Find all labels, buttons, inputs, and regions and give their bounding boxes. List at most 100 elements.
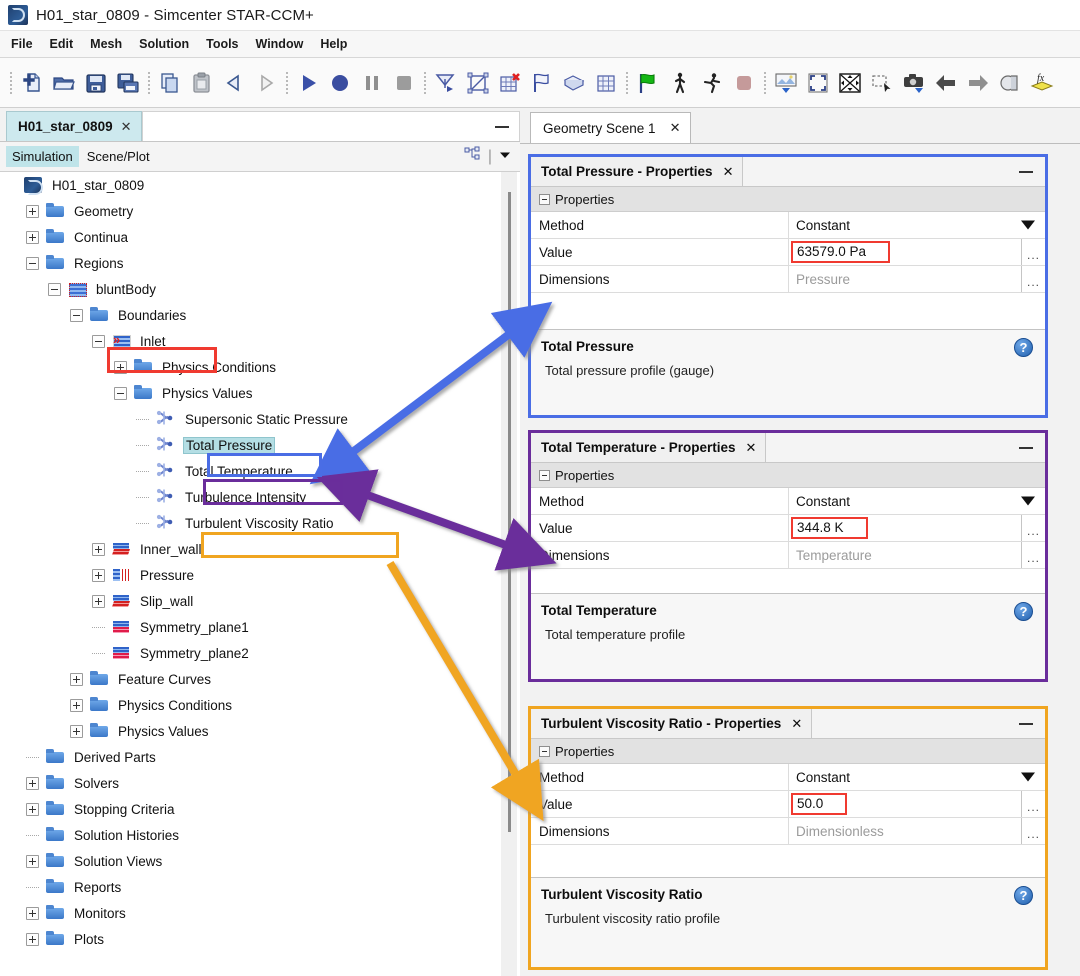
volume-mesh-icon[interactable] xyxy=(590,66,622,100)
value-field[interactable]: 50.0 xyxy=(789,791,1021,817)
redo-icon[interactable] xyxy=(250,66,282,100)
property-row-method[interactable]: Method Constant xyxy=(531,764,1045,791)
collapse-icon[interactable] xyxy=(48,282,61,296)
explorer-tab-simulation-file[interactable]: H01_star_0809 ✕ xyxy=(6,111,142,141)
dimensions-browse-button[interactable]: ... xyxy=(1021,818,1045,844)
paste-icon[interactable] xyxy=(186,66,218,100)
tree-item-physics-values[interactable]: Physics Values xyxy=(0,718,500,744)
surface-patch-icon[interactable] xyxy=(558,66,590,100)
collapse-icon[interactable] xyxy=(539,745,550,757)
dimensions-browse-button[interactable]: ... xyxy=(1021,266,1045,292)
expand-icon[interactable] xyxy=(70,724,83,738)
collapse-icon[interactable] xyxy=(70,308,83,322)
menu-help[interactable]: Help xyxy=(318,35,355,53)
collapse-icon[interactable] xyxy=(539,469,550,481)
tree-item-reports[interactable]: Reports xyxy=(0,874,500,900)
close-icon[interactable]: ✕ xyxy=(791,716,802,732)
tree-item-supersonic-static-pressure[interactable]: Supersonic Static Pressure xyxy=(0,406,500,432)
forward-arrow-icon[interactable] xyxy=(962,66,994,100)
tree-item-boundaries[interactable]: Boundaries xyxy=(0,302,500,328)
minimize-icon[interactable] xyxy=(1019,722,1033,725)
properties-section-header[interactable]: Properties xyxy=(531,739,1045,764)
tree-item-solution-histories[interactable]: Solution Histories xyxy=(0,822,500,848)
pause-icon[interactable] xyxy=(356,66,388,100)
expand-icon[interactable] xyxy=(70,698,83,712)
expand-icon[interactable] xyxy=(26,932,39,946)
menu-mesh[interactable]: Mesh xyxy=(88,35,130,53)
close-icon[interactable]: ✕ xyxy=(746,440,757,456)
help-icon[interactable]: ? xyxy=(1014,886,1033,905)
hardcopy-camera-icon[interactable] xyxy=(898,66,930,100)
method-dropdown[interactable]: Constant xyxy=(789,488,1045,514)
tree-item-turbulent-viscosity-ratio[interactable]: Turbulent Viscosity Ratio xyxy=(0,510,500,536)
scrollbar-thumb[interactable] xyxy=(508,192,511,832)
minimize-icon[interactable] xyxy=(1019,446,1033,449)
tab-geometry-scene-1[interactable]: Geometry Scene 1 ✕ xyxy=(530,112,692,143)
new-simulation-icon[interactable] xyxy=(16,66,48,100)
tab-simulation[interactable]: Simulation xyxy=(6,146,79,167)
clear-mesh-icon[interactable] xyxy=(494,66,526,100)
tree-hierarchy-icon[interactable] xyxy=(464,146,482,169)
property-window-title-tab[interactable]: Turbulent Viscosity Ratio - Properties ✕ xyxy=(531,709,813,738)
tab-scene-plot[interactable]: Scene/Plot xyxy=(81,146,156,167)
property-row-dimensions[interactable]: Dimensions Pressure ... xyxy=(531,266,1045,293)
tree-item-solvers[interactable]: Solvers xyxy=(0,770,500,796)
scene-image-icon[interactable] xyxy=(770,66,802,100)
tree-item-feature-curves[interactable]: Feature Curves xyxy=(0,666,500,692)
expand-icon[interactable] xyxy=(92,568,105,582)
minimize-icon[interactable] xyxy=(1019,170,1033,173)
run-walk-icon[interactable] xyxy=(696,66,728,100)
expand-icon[interactable] xyxy=(92,542,105,556)
property-row-value[interactable]: Value 344.8 K ... xyxy=(531,515,1045,542)
surface-repair-icon[interactable] xyxy=(462,66,494,100)
stop-icon[interactable] xyxy=(388,66,420,100)
close-icon[interactable]: ✕ xyxy=(723,164,734,180)
expand-icon[interactable] xyxy=(92,594,105,608)
value-field[interactable]: 63579.0 Pa xyxy=(789,239,1021,265)
simulation-tree[interactable]: H01_star_0809 Geometry Continua Regions blun… xyxy=(0,172,520,976)
expand-icon[interactable] xyxy=(26,230,39,244)
chevron-down-icon[interactable] xyxy=(1021,220,1035,230)
tree-item-regions[interactable]: Regions xyxy=(0,250,500,276)
save-icon[interactable] xyxy=(80,66,112,100)
fit-view-icon[interactable] xyxy=(802,66,834,100)
value-browse-button[interactable]: ... xyxy=(1021,515,1045,541)
property-row-dimensions[interactable]: Dimensions Temperature ... xyxy=(531,542,1045,569)
minimize-icon[interactable] xyxy=(495,125,509,128)
tree-item-physics-conditions[interactable]: Physics Conditions xyxy=(0,354,500,380)
tree-item-continua[interactable]: Continua xyxy=(0,224,500,250)
menu-solution[interactable]: Solution xyxy=(137,35,197,53)
tree-item-monitors[interactable]: Monitors xyxy=(0,900,500,926)
property-window-title-tab[interactable]: Total Pressure - Properties ✕ xyxy=(531,157,744,186)
collapse-icon[interactable] xyxy=(114,386,127,400)
value-field[interactable]: 344.8 K xyxy=(789,515,1021,541)
tree-item-derived-parts[interactable]: Derived Parts xyxy=(0,744,500,770)
close-icon[interactable]: ✕ xyxy=(121,119,132,135)
value-browse-button[interactable]: ... xyxy=(1021,239,1045,265)
value-browse-button[interactable]: ... xyxy=(1021,791,1045,817)
copy-icon[interactable] xyxy=(154,66,186,100)
expand-icon[interactable] xyxy=(70,672,83,686)
close-icon[interactable]: ✕ xyxy=(670,120,681,136)
property-row-method[interactable]: Method Constant xyxy=(531,212,1045,239)
expand-icon[interactable] xyxy=(26,776,39,790)
tree-item-inner-wall[interactable]: Inner_wall xyxy=(0,536,500,562)
collapse-icon[interactable] xyxy=(26,256,39,270)
expand-icon[interactable] xyxy=(26,854,39,868)
step-circle-icon[interactable] xyxy=(324,66,356,100)
expand-icon[interactable] xyxy=(114,360,127,374)
tree-item-bluntbody[interactable]: bluntBody xyxy=(0,276,500,302)
menu-file[interactable]: File xyxy=(9,35,41,53)
tree-item-inlet[interactable]: Inlet xyxy=(0,328,500,354)
expand-icon[interactable] xyxy=(26,802,39,816)
properties-section-header[interactable]: Properties xyxy=(531,187,1045,212)
transparency-icon[interactable] xyxy=(994,66,1026,100)
tree-item-pressure[interactable]: Pressure xyxy=(0,562,500,588)
tree-item-symmetry-plane1[interactable]: Symmetry_plane1 xyxy=(0,614,500,640)
menu-edit[interactable]: Edit xyxy=(48,35,82,53)
property-row-dimensions[interactable]: Dimensions Dimensionless ... xyxy=(531,818,1045,845)
tree-item-slip-wall[interactable]: Slip_wall xyxy=(0,588,500,614)
initialize-green-flag-icon[interactable] xyxy=(632,66,664,100)
tree-item-h01-star-0809[interactable]: H01_star_0809 xyxy=(0,172,500,198)
menu-tools[interactable]: Tools xyxy=(204,35,246,53)
